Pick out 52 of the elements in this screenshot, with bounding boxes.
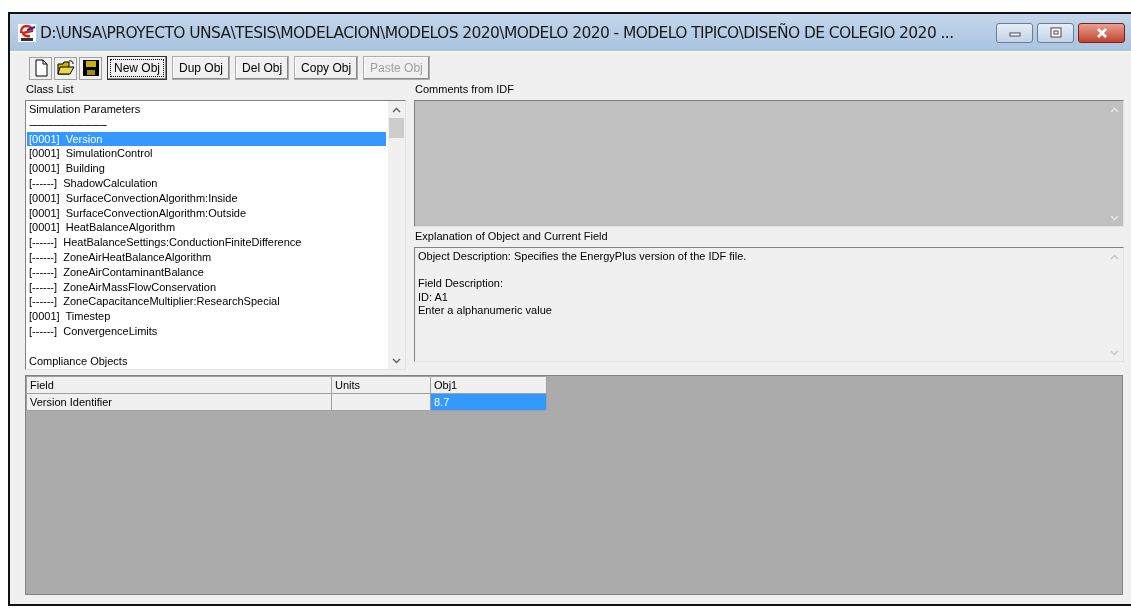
column-header: Units xyxy=(331,376,431,394)
comments-label: Comments from IDF xyxy=(415,82,515,97)
class-list-item[interactable]: [------] ZoneAirContaminantBalance xyxy=(27,264,388,280)
scroll-down-icon xyxy=(1110,349,1119,356)
scrollbar[interactable] xyxy=(388,101,405,369)
scroll-down-icon xyxy=(392,357,401,364)
toolbar-button[interactable]: Del Obj xyxy=(235,56,290,80)
class-list[interactable] xyxy=(25,100,406,370)
scroll-thumb[interactable] xyxy=(389,118,404,138)
class-list-item[interactable]: [0001] SurfaceConvectionAlgorithm:Inside xyxy=(27,190,388,206)
class-list-item[interactable]: [------] HeatBalanceSettings:ConductionFiniteDifference xyxy=(27,235,388,250)
description-text: Enter a alphanumeric value xyxy=(418,304,553,318)
class-list-item[interactable]: [------] ZoneAirHeatBalanceAlgorithm xyxy=(27,249,388,265)
class-list-item[interactable]: [0001] Timestep xyxy=(27,309,388,324)
column-header: Field xyxy=(26,376,332,394)
description-text: ID: A1 xyxy=(418,290,449,304)
scroll-up-icon xyxy=(1110,253,1119,260)
explanation-box[interactable]: Object Description: Specifies the EnergyPlus version of the IDF file. Field Description: ID: A1 Enter a alphanumeric value xyxy=(414,247,1124,362)
restore-icon xyxy=(1048,26,1063,39)
window-title: D:\UNSA\PROYECTO UNSA\TESIS\MODELACION\MODELOS 2020\MODELO 2020 - MODELO TIPICO\DISEÑO DE COLEGIO 2020 ... xyxy=(40,23,955,42)
toolbar-button[interactable]: Dup Obj xyxy=(172,56,231,80)
scroll-up-icon xyxy=(392,106,401,113)
new-file-button[interactable] xyxy=(29,56,52,80)
open-folder-icon xyxy=(56,59,75,77)
class-list-item[interactable]: [------] ZoneCapacitanceMultiplier:ResearchSpecial xyxy=(27,294,388,310)
minimize-button[interactable] xyxy=(996,22,1033,43)
maximize-button[interactable] xyxy=(1037,22,1074,43)
group-heading: Simulation Parameters xyxy=(28,102,142,117)
field-name-cell: Version Identifier xyxy=(26,393,332,411)
explanation-label: Explanation of Object and Current Field xyxy=(415,229,609,244)
class-list-item[interactable]: [0001] SurfaceConvectionAlgorithm:Outside xyxy=(27,205,388,221)
scroll-down-icon xyxy=(1110,214,1119,221)
description-text: Object Description: Specifies the EnergyPlus version of the IDF file. xyxy=(418,250,748,264)
description-text: Field Description: xyxy=(418,277,504,291)
app-icon xyxy=(18,23,36,42)
class-list-item[interactable]: [------] ConvergenceLimits xyxy=(27,323,388,339)
column-header: Obj1 xyxy=(430,376,547,394)
class-list-item[interactable]: [------] ZoneAirMassFlowConservation xyxy=(27,279,388,295)
group-heading: Compliance Objects xyxy=(28,353,129,369)
class-list-item[interactable]: [0001] HeatBalanceAlgorithm xyxy=(27,220,388,236)
class-list-label: Class List xyxy=(26,82,75,97)
toolbar-button[interactable]: Copy Obj xyxy=(294,56,359,80)
save-disk-button[interactable] xyxy=(79,56,102,80)
close-icon xyxy=(1094,26,1109,39)
class-list-item[interactable]: [------] ShadowCalculation xyxy=(27,176,388,191)
scroll-up-icon xyxy=(1110,106,1119,113)
class-list-item[interactable]: [0001] Building xyxy=(27,161,388,176)
toolbar-button[interactable]: New Obj xyxy=(107,56,167,80)
open-folder-button[interactable] xyxy=(54,56,77,80)
separator-text: ----------------------------- xyxy=(28,116,108,132)
close-button[interactable] xyxy=(1078,22,1125,43)
class-list-item[interactable]: [0001] SimulationControl xyxy=(27,146,388,162)
